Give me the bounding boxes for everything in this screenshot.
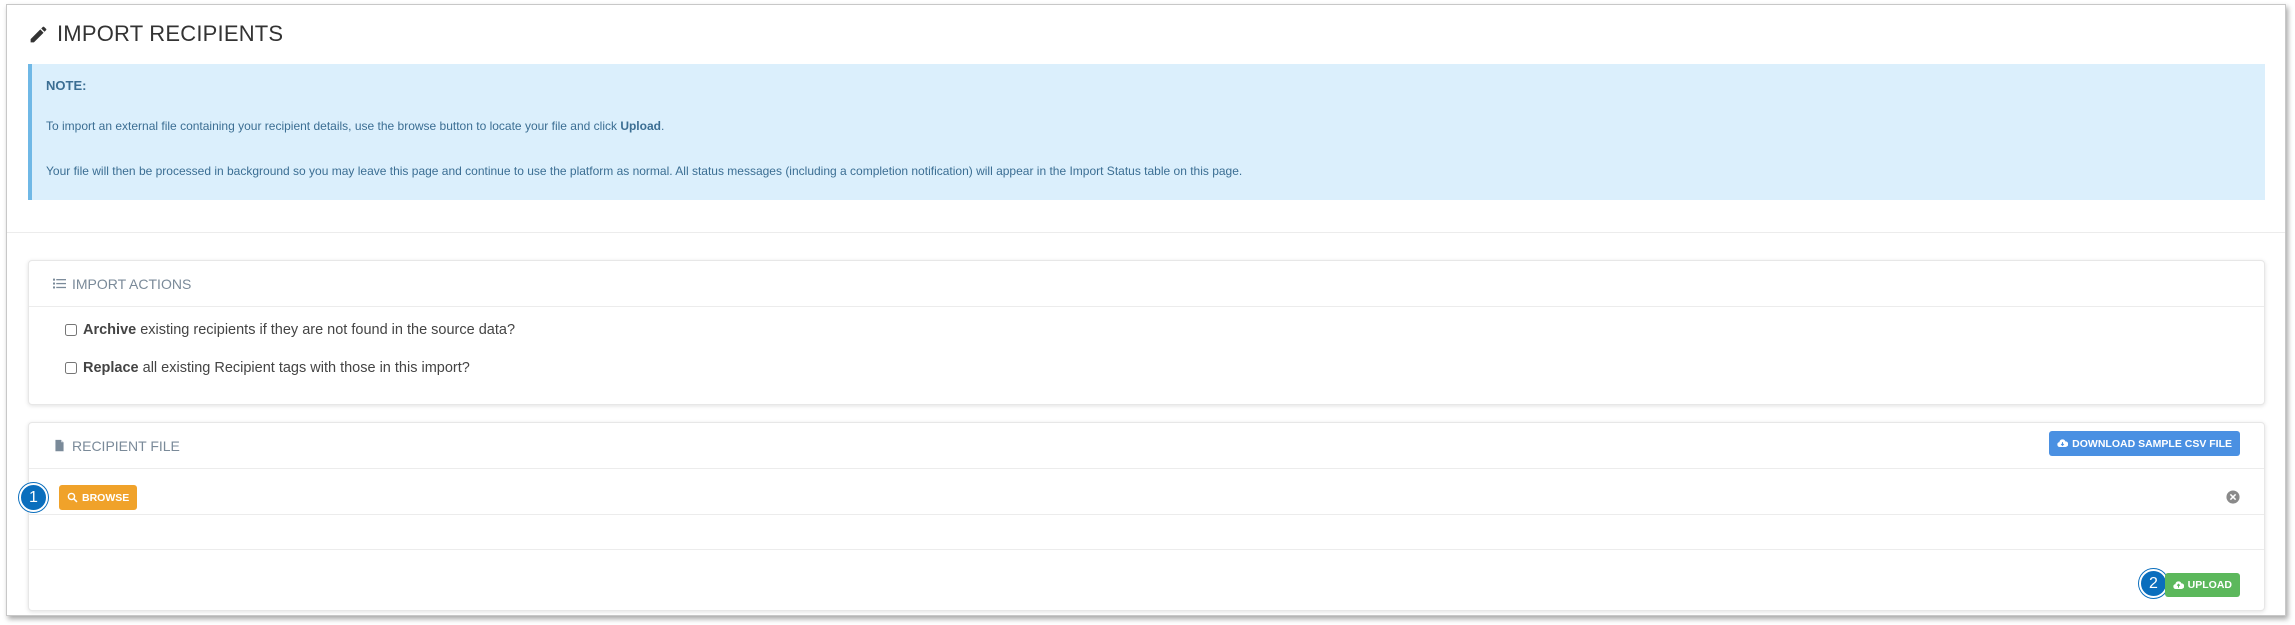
replace-label-bold: Replace xyxy=(83,360,139,376)
replace-option[interactable]: Replace all existing Recipient tags with… xyxy=(65,360,470,376)
note-line-1: To import an external file containing yo… xyxy=(46,119,2265,133)
clear-file-icon[interactable] xyxy=(2226,490,2240,504)
page-header: IMPORT RECIPIENTS xyxy=(28,21,283,47)
step-badge-2: 2 xyxy=(2139,569,2168,598)
file-footer-divider xyxy=(29,549,2264,550)
archive-label-text: existing recipients if they are not foun… xyxy=(140,322,516,338)
download-sample-csv-button[interactable]: DOWNLOAD SAMPLE CSV FILE xyxy=(2049,431,2240,456)
replace-checkbox[interactable] xyxy=(65,362,77,374)
page-title: IMPORT RECIPIENTS xyxy=(57,21,284,46)
upload-label: UPLOAD xyxy=(2187,579,2232,591)
file-input-divider xyxy=(29,514,2264,515)
archive-option[interactable]: Archive existing recipients if they are … xyxy=(65,322,515,338)
page-frame: IMPORT RECIPIENTS NOTE: To import an ext… xyxy=(6,4,2286,616)
recipient-file-panel: RECIPIENT FILE DOWNLOAD SAMPLE CSV FILE … xyxy=(19,422,2265,611)
note-line-1-text: To import an external file containing yo… xyxy=(46,119,621,133)
archive-label-bold: Archive xyxy=(83,322,137,338)
download-sample-csv-label: DOWNLOAD SAMPLE CSV FILE xyxy=(2072,437,2232,450)
file-icon xyxy=(55,439,64,452)
import-actions-panel: IMPORT ACTIONS Archive existing recipien… xyxy=(28,260,2265,405)
cloud-download-icon xyxy=(2057,439,2069,447)
upload-button[interactable]: UPLOAD xyxy=(2164,573,2240,597)
import-actions-heading: IMPORT ACTIONS xyxy=(29,261,2264,307)
search-icon xyxy=(67,492,78,503)
section-divider xyxy=(7,232,2285,233)
note-upload-emphasis: Upload xyxy=(620,119,661,133)
cloud-upload-icon xyxy=(2173,580,2184,589)
step-badge-1: 1 xyxy=(19,483,48,512)
list-icon xyxy=(53,278,66,289)
browse-button[interactable]: BROWSE xyxy=(59,485,138,510)
archive-checkbox[interactable] xyxy=(65,324,77,336)
browse-label: BROWSE xyxy=(82,491,130,504)
note-box: NOTE: To import an external file contain… xyxy=(28,64,2265,200)
note-title: NOTE: xyxy=(46,78,87,93)
note-line-1-suffix: . xyxy=(660,119,665,133)
import-actions-title: IMPORT ACTIONS xyxy=(72,275,192,292)
recipient-file-title: RECIPIENT FILE xyxy=(72,437,180,454)
replace-label-text: all existing Recipient tags with those i… xyxy=(142,360,470,376)
recipient-file-heading: RECIPIENT FILE DOWNLOAD SAMPLE CSV FILE xyxy=(29,423,2264,469)
pencil-icon xyxy=(30,26,47,42)
note-line-2: Your file will then be processed in back… xyxy=(46,164,1243,178)
